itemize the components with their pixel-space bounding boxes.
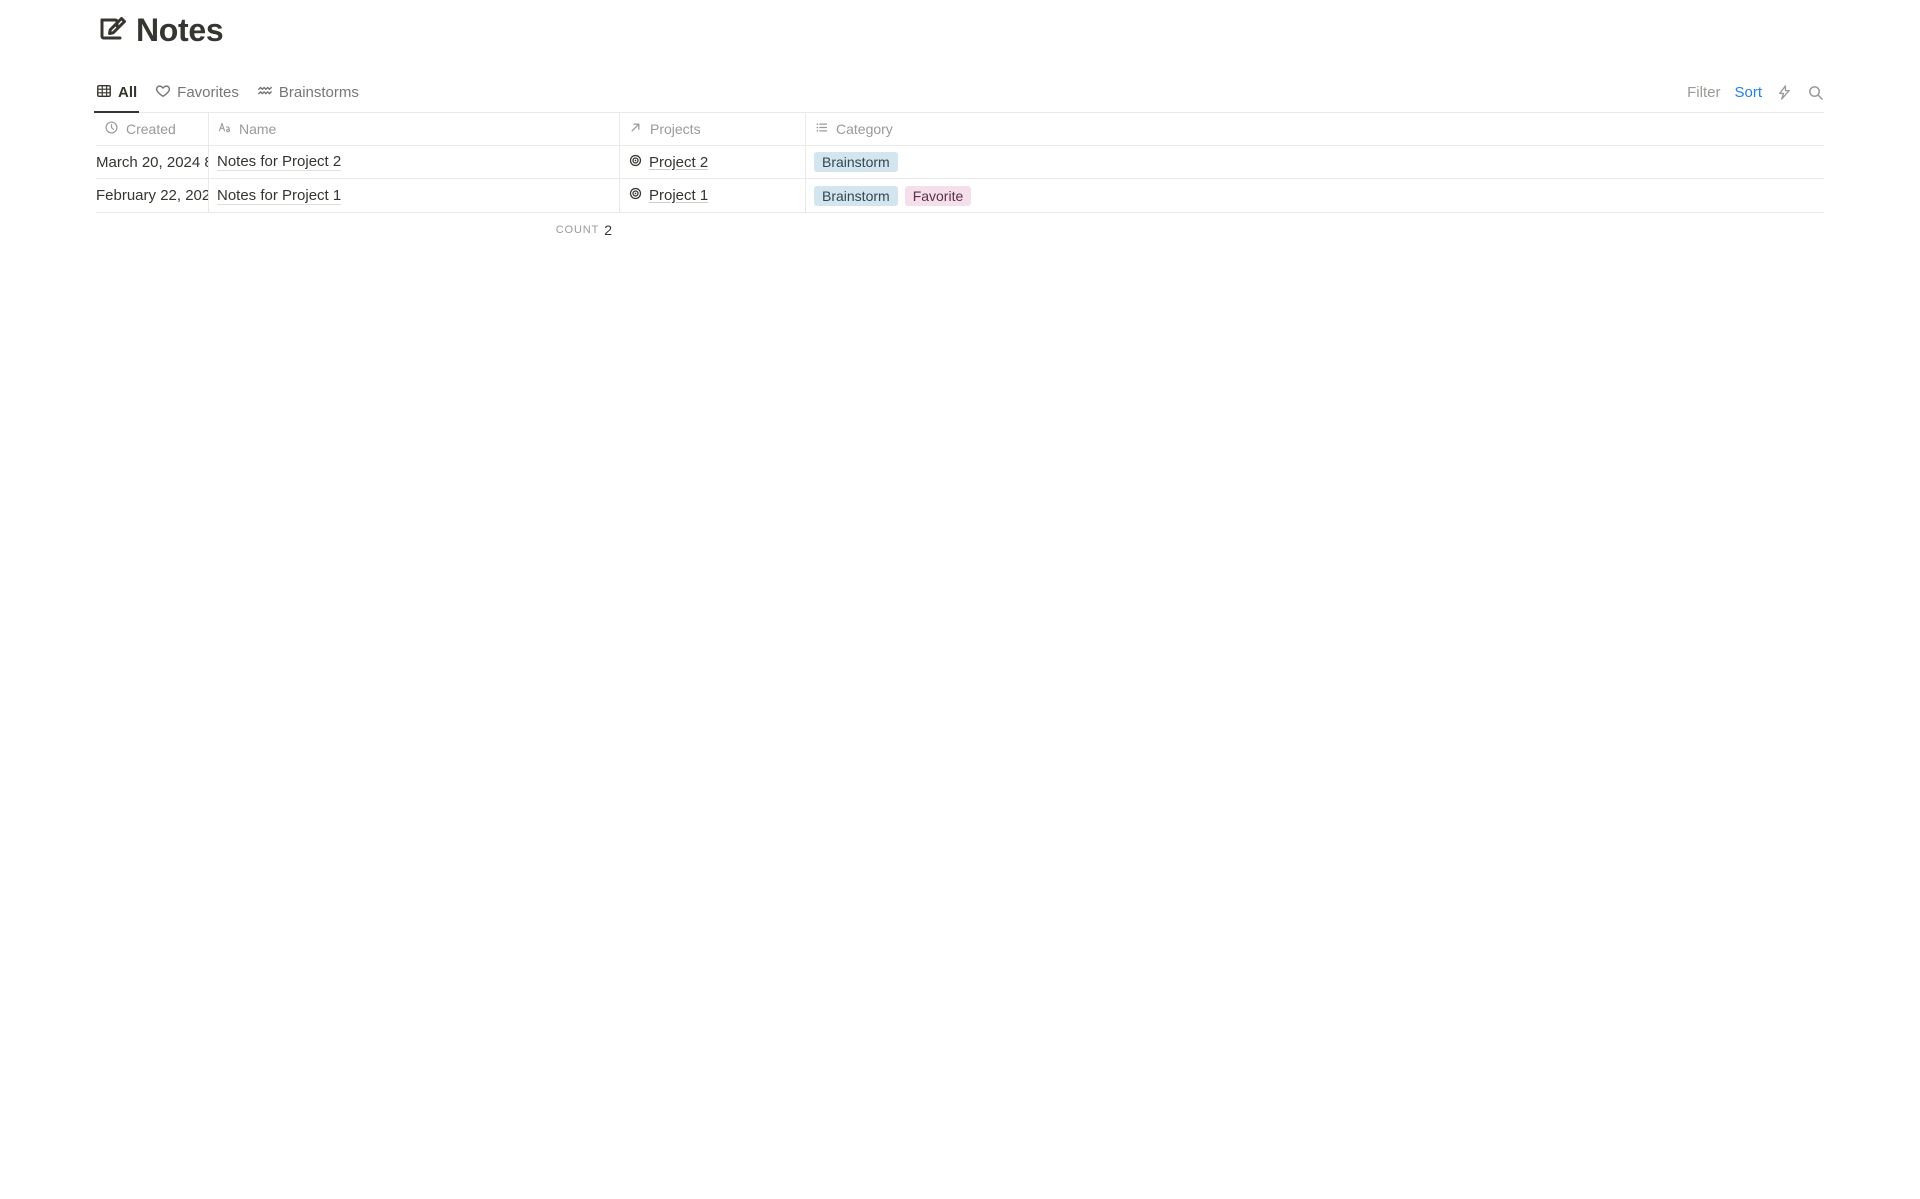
view-tabs: All Favorites Brainstorms — [96, 73, 359, 112]
sort-button[interactable]: Sort — [1734, 84, 1762, 101]
column-projects[interactable]: Projects — [620, 113, 806, 145]
heart-icon — [155, 83, 171, 103]
project-value: Project 1 — [649, 187, 708, 204]
column-label: Created — [126, 121, 176, 137]
compose-icon — [96, 14, 126, 47]
cell-projects[interactable]: Project 1 — [620, 179, 806, 212]
cell-name[interactable]: Notes for Project 2 — [209, 146, 620, 178]
target-icon — [628, 186, 643, 205]
cell-category[interactable]: Brainstorm Favorite — [806, 179, 1824, 212]
footer-label: Count — [556, 224, 600, 236]
arrow-ne-icon — [628, 120, 643, 138]
project-link[interactable]: Project 1 — [628, 186, 708, 205]
column-name[interactable]: Name — [209, 113, 620, 145]
tab-all[interactable]: All — [96, 73, 137, 112]
tag: Brainstorm — [814, 152, 898, 172]
column-created[interactable]: Created — [96, 113, 209, 145]
created-value: February 22, 202 — [96, 187, 208, 204]
table-icon — [96, 83, 112, 103]
tag-list: Brainstorm — [814, 152, 898, 172]
project-link[interactable]: Project 2 — [628, 153, 708, 172]
table-row[interactable]: March 20, 2024 8 Notes for Project 2 Proje… — [96, 146, 1824, 179]
text-aa-icon — [217, 120, 232, 138]
column-label: Category — [836, 121, 893, 137]
view-actions: Filter Sort — [1687, 73, 1824, 112]
tab-favorites[interactable]: Favorites — [155, 73, 239, 112]
table-body: March 20, 2024 8 Notes for Project 2 Proje… — [96, 146, 1824, 212]
table-footer: Count 2 — [96, 213, 1824, 247]
page-title: Notes — [136, 12, 223, 49]
search-button[interactable] — [1807, 84, 1824, 101]
clock-icon — [104, 120, 119, 138]
database-table: Created Name Projects Category March 20,… — [96, 113, 1824, 213]
column-category[interactable]: Category — [806, 113, 1824, 145]
tag-list: Brainstorm Favorite — [814, 186, 971, 206]
filter-button[interactable]: Filter — [1687, 84, 1720, 101]
tab-label: All — [118, 84, 137, 101]
automations-button[interactable] — [1776, 84, 1793, 101]
view-tabs-bar: All Favorites Brainstorms Filter Sort — [96, 73, 1824, 113]
column-label: Projects — [650, 121, 701, 137]
name-value: Notes for Project 1 — [217, 187, 341, 205]
column-label: Name — [239, 121, 276, 137]
cell-created[interactable]: March 20, 2024 8 — [96, 146, 209, 178]
page-title-row: Notes — [96, 0, 1824, 49]
tag: Favorite — [905, 186, 972, 206]
table-row[interactable]: February 22, 202 Notes for Project 1 Proje… — [96, 179, 1824, 212]
cell-name[interactable]: Notes for Project 1 — [209, 179, 620, 212]
table-header: Created Name Projects Category — [96, 113, 1824, 146]
tab-label: Brainstorms — [279, 84, 359, 101]
target-icon — [628, 153, 643, 172]
footer-count: 2 — [604, 222, 612, 238]
created-value: March 20, 2024 8 — [96, 154, 208, 171]
name-value: Notes for Project 2 — [217, 153, 341, 171]
aquarius-icon — [257, 83, 273, 103]
list-icon — [814, 120, 829, 138]
cell-category[interactable]: Brainstorm — [806, 146, 1824, 178]
cell-created[interactable]: February 22, 202 — [96, 179, 209, 212]
tag: Brainstorm — [814, 186, 898, 206]
tab-label: Favorites — [177, 84, 239, 101]
project-value: Project 2 — [649, 154, 708, 171]
tab-brainstorms[interactable]: Brainstorms — [257, 73, 359, 112]
cell-projects[interactable]: Project 2 — [620, 146, 806, 178]
